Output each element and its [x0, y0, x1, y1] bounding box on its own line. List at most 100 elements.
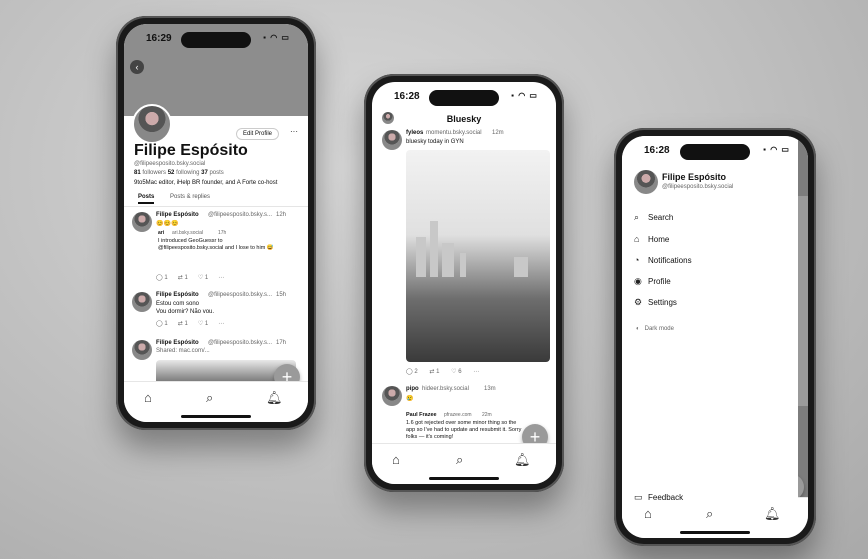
post-author[interactable]: pipo [406, 386, 419, 392]
bell-icon[interactable]: 🔔︎ [764, 506, 781, 522]
more-icon[interactable]: ··· [218, 321, 224, 327]
post-time: 17h [276, 340, 287, 346]
tab-posts-replies[interactable]: Posts & replies [170, 194, 210, 200]
avatar[interactable] [634, 170, 658, 194]
repost-icon[interactable]: ⇄ [178, 321, 183, 327]
gear-icon: ⚙ [634, 297, 643, 307]
search-icon: ⌕ [634, 212, 640, 222]
menu-item-notifications[interactable]: ◔ Notifications [634, 255, 692, 265]
drawer-screen: + 16:28 ▪ ◠ ▭ Filipe Espósito @filipeesp… [622, 136, 808, 538]
post-avatar[interactable] [382, 130, 402, 150]
posts-count: 37 [201, 170, 208, 176]
search-icon[interactable]: ⌕ [706, 506, 713, 522]
repost-icon[interactable]: ⇄ [429, 369, 434, 375]
bell-icon[interactable]: 🔔︎ [514, 452, 531, 468]
avatar[interactable] [132, 104, 172, 144]
side-drawer: Filipe Espósito @filipeesposito.bsky.soc… [622, 136, 798, 502]
more-icon[interactable]: ··· [218, 275, 224, 281]
home-icon[interactable]: ⌂ [144, 390, 152, 405]
post-author[interactable]: Filipe Espósito [156, 340, 199, 346]
profile-handle: @filipeesposito.bsky.social [134, 161, 206, 167]
post-avatar[interactable] [132, 212, 152, 232]
search-icon[interactable]: ⌕ [456, 452, 463, 468]
post-time: 15h [276, 292, 287, 298]
repost-count: 1 [184, 275, 188, 281]
feedback-button[interactable]: ▭ Feedback [634, 492, 683, 503]
reply-icon[interactable]: ◯ [406, 369, 413, 375]
divider [124, 206, 308, 207]
list-item[interactable]: Filipe Espósito @filipeesposito.bsky.s..… [124, 292, 308, 336]
photo-building [514, 257, 528, 278]
post-handle: momentu.bsky.social [426, 130, 482, 136]
menu-label: Profile [648, 277, 671, 286]
quote-author: ari [158, 230, 165, 236]
edit-profile-button[interactable]: Edit Profile [236, 128, 280, 140]
post-author[interactable]: Filipe Espósito [156, 212, 199, 218]
post-handle: @filipeesposito.bsky.s... [208, 292, 273, 298]
post-actions: ◯ 2 ⇄ 1 ♡ 6 ··· [406, 368, 479, 375]
reply-icon[interactable]: ◯ [156, 275, 163, 281]
phone-feed: 16:28 ▪ ◠ ▭ Bluesky fyleos momentu.bsky.… [364, 74, 564, 492]
post-time: 12h [276, 212, 287, 218]
post-avatar[interactable] [132, 292, 152, 312]
dark-mode-toggle[interactable]: ◐ Dark mode [636, 326, 674, 332]
status-time: 16:29 [146, 33, 172, 44]
home-icon[interactable]: ⌂ [392, 452, 400, 467]
page-title: Bluesky [446, 114, 482, 124]
dynamic-island [429, 90, 499, 106]
like-icon[interactable]: ♡ [198, 275, 203, 281]
drawer-name: Filipe Espósito [662, 172, 727, 182]
reply-count: 1 [164, 275, 168, 281]
quote-post[interactable]: ari ari.bsky.social 17h I introduced Geo… [158, 230, 298, 270]
like-count: 1 [204, 275, 209, 281]
menu-item-profile[interactable]: ◉ Profile [634, 276, 671, 287]
quote-text: I introduced GeoGuessr to @filipeesposit… [158, 238, 274, 251]
tab-bar: ⌂ ⌕ 🔔︎ [622, 497, 808, 538]
followers-label[interactable]: followers [142, 170, 166, 176]
post-author[interactable]: Filipe Espósito [156, 292, 199, 298]
home-indicator [680, 531, 750, 534]
post-avatar[interactable] [132, 340, 152, 360]
quote-handle: pfrazee.com [444, 412, 472, 418]
search-icon[interactable]: ⌕ [206, 390, 213, 406]
feedback-label: Feedback [648, 493, 684, 502]
drawer-handle: @filipeesposito.bsky.social [662, 184, 734, 190]
reply-icon[interactable]: ◯ [156, 321, 163, 327]
following-label[interactable]: following [176, 170, 199, 176]
post-image[interactable] [406, 150, 550, 362]
profile-name: Filipe Espósito [134, 142, 248, 159]
post-text: 😊😊😊 [156, 221, 179, 227]
tab-posts[interactable]: Posts [138, 194, 155, 204]
repost-icon[interactable]: ⇄ [178, 275, 183, 281]
quote-handle: ari.bsky.social [172, 230, 204, 236]
like-icon[interactable]: ♡ [451, 369, 456, 375]
bell-icon[interactable]: 🔔︎ [266, 390, 283, 406]
menu-item-settings[interactable]: ⚙ Settings [634, 297, 677, 308]
menu-label: Search [648, 213, 674, 222]
profile-screen: 16:29 ▪ ◠ ▭ ‹ Edit Profile ··· Filipe Es… [124, 24, 308, 422]
post-author[interactable]: fyleos [406, 130, 423, 136]
home-icon[interactable]: ⌂ [644, 506, 652, 521]
menu-item-home[interactable]: ⌂ Home [634, 234, 669, 244]
phone-drawer: + 16:28 ▪ ◠ ▭ Filipe Espósito @filipeesp… [614, 128, 816, 546]
list-item[interactable]: Filipe Espósito @filipeesposito.bsky.s..… [124, 212, 308, 290]
chat-icon: ▭ [634, 492, 643, 502]
more-icon[interactable]: ··· [473, 369, 479, 375]
post-time: 12m [492, 130, 504, 136]
more-button[interactable]: ··· [290, 127, 298, 136]
menu-item-search[interactable]: ⌕ Search [634, 212, 673, 223]
menu-label: Home [648, 235, 670, 244]
photo-building [442, 243, 454, 278]
tab-bar: ⌂ ⌕ 🔔︎ [372, 443, 556, 484]
like-count: 1 [204, 321, 209, 327]
like-icon[interactable]: ♡ [198, 321, 203, 327]
signal-wifi-battery-icon: ▪ ◠ ▭ [763, 145, 790, 154]
post-text: 😢 [406, 396, 414, 402]
list-item[interactable]: fyleos momentu.bsky.social 12m bluesky t… [372, 130, 556, 380]
post-avatar[interactable] [382, 386, 402, 406]
photo-building [430, 221, 438, 278]
back-button[interactable]: ‹ [130, 60, 144, 74]
post-text: Shared: mac.com/... [156, 348, 210, 354]
post-time: 13m [484, 386, 496, 392]
home-indicator [429, 477, 499, 480]
